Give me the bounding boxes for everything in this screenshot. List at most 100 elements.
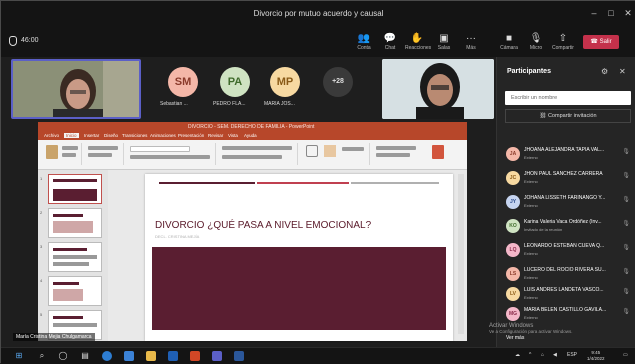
- title-bar: Divorcio por mutuo acuerdo y causal – □ …: [1, 1, 635, 29]
- slide-top-line: [257, 182, 349, 184]
- pp-tab[interactable]: Presentación: [178, 133, 204, 138]
- pp-ribbon: [38, 140, 467, 170]
- search-icon[interactable]: ⌕: [37, 351, 47, 361]
- volume-icon[interactable]: ◀: [553, 352, 557, 358]
- cloud-icon[interactable]: ☁: [515, 352, 520, 358]
- search-input[interactable]: Escribir un nombre: [505, 91, 631, 105]
- pp-tab[interactable]: Archivo: [44, 133, 59, 138]
- slide-content-box: [152, 247, 446, 330]
- close-button[interactable]: ✕: [621, 8, 635, 19]
- mic-muted-icon: 🎙: [622, 289, 630, 295]
- slide-number: 5: [40, 312, 43, 317]
- avatar-sm[interactable]: SM: [168, 67, 198, 97]
- slide-thumb[interactable]: [48, 242, 102, 272]
- powerpoint-icon[interactable]: [190, 351, 200, 361]
- participants-button[interactable]: 👥 Conta: [352, 32, 376, 51]
- avatar: JA: [506, 147, 520, 161]
- designer-icon[interactable]: [432, 145, 444, 159]
- participant-name: LEONARDO ESTEBAN CUEVA Q...: [524, 243, 605, 249]
- avatar-mp[interactable]: MP: [270, 67, 300, 97]
- rooms-button[interactable]: ▣ Salas: [432, 32, 456, 51]
- minimize-button[interactable]: –: [587, 8, 601, 18]
- pp-tab[interactable]: Insertar: [84, 133, 99, 138]
- meeting-timer: 46:00: [21, 37, 39, 44]
- participant-role: Externo: [524, 275, 538, 280]
- participant-name: LUIS ANDRES LANDETA VASCO...: [524, 287, 604, 293]
- rooms-icon: ▣: [439, 33, 449, 44]
- avatar: LQ: [506, 243, 520, 257]
- word-icon[interactable]: [234, 351, 244, 361]
- close-panel-icon[interactable]: ✕: [619, 67, 626, 76]
- avatar: LV: [506, 287, 520, 301]
- teams-icon[interactable]: [212, 351, 222, 361]
- edge-icon[interactable]: [102, 351, 112, 361]
- file-explorer-icon[interactable]: [146, 351, 156, 361]
- slide-top-line: [351, 182, 439, 184]
- more-button[interactable]: ··· Más: [459, 32, 483, 51]
- pp-title-bar: DIVORCIO - SEM. DERECHO DE FAMILIA - Pow…: [38, 122, 467, 132]
- pp-tab[interactable]: Vista: [228, 133, 238, 138]
- video-tile-presenter[interactable]: [11, 59, 141, 119]
- participant-item[interactable]: LV LUIS ANDRES LANDETA VASCO... Externo …: [504, 284, 632, 306]
- pp-tab[interactable]: Animaciones: [150, 133, 176, 138]
- pp-tab[interactable]: Transiciones: [122, 133, 147, 138]
- pp-tab-active[interactable]: Inicio: [64, 133, 79, 138]
- leave-button[interactable]: ☎ Salir: [583, 35, 619, 49]
- participant-item[interactable]: JY JOHANA LISSETH FARINANGO Y... Externo…: [504, 192, 632, 214]
- camera-button[interactable]: ■ Cámara: [497, 32, 521, 51]
- overflow-participants[interactable]: +28: [323, 67, 353, 97]
- store-icon[interactable]: [124, 351, 134, 361]
- current-slide[interactable]: DIVORCIO ¿QUÉ PASA A NIVEL EMOCIONAL? DE…: [145, 174, 453, 341]
- mic-button[interactable]: 🎙 Micro: [524, 32, 548, 51]
- network-icon[interactable]: ⌂: [541, 352, 544, 358]
- participant-item[interactable]: JA JHOANA ALEJANDRA TAPIA VAL... Externo…: [504, 144, 632, 166]
- settings-icon[interactable]: ⚙: [601, 67, 608, 76]
- participant-item[interactable]: LS LUCERO DEL ROCIO RIVERA SU... Externo…: [504, 264, 632, 286]
- chat-button[interactable]: 💬 Chat: [378, 32, 402, 51]
- maximize-button[interactable]: □: [604, 8, 618, 18]
- pp-tab[interactable]: Diseño: [104, 133, 118, 138]
- participant-item[interactable]: JC JHON PAUL SANCHEZ CARRERA Externo 🎙: [504, 168, 632, 190]
- chevron-up-icon[interactable]: ^: [529, 352, 531, 358]
- participant-name: Sebastian ...: [160, 101, 188, 107]
- slide-thumb[interactable]: [48, 276, 102, 306]
- participant-role: Externo: [524, 315, 538, 320]
- meeting-toolbar: 46:00 👥 Conta 💬 Chat ✋ Reacciones ▣ Sala…: [1, 29, 635, 57]
- language-indicator[interactable]: ESP: [567, 352, 577, 358]
- participant-role: Externo: [524, 155, 538, 160]
- reactions-button[interactable]: ✋ Reacciones: [405, 32, 431, 51]
- taskbar-clock[interactable]: 9:45 1/4/2022: [587, 350, 605, 362]
- pp-tab[interactable]: Revisar: [208, 133, 223, 138]
- pp-tab[interactable]: Ayuda: [244, 133, 257, 138]
- avatar: MG: [506, 307, 520, 321]
- avatar-pa[interactable]: PA: [220, 67, 250, 97]
- task-view-icon[interactable]: ◯: [58, 351, 68, 361]
- phone-icon: ☎: [590, 39, 600, 45]
- slide-thumb[interactable]: [48, 174, 102, 204]
- windows-start-icon[interactable]: ⊞: [14, 351, 24, 361]
- avatar: JY: [506, 195, 520, 209]
- paste-icon[interactable]: [46, 145, 58, 159]
- camera-icon: ■: [505, 33, 513, 44]
- mic-muted-icon: 🎙: [622, 245, 630, 251]
- slide-thumb[interactable]: [48, 208, 102, 238]
- share-link-icon: ⛓: [539, 113, 548, 119]
- vertical-scrollbar[interactable]: [458, 174, 464, 334]
- mail-icon[interactable]: [168, 351, 178, 361]
- participant-role: Invitado de la reunión: [524, 227, 563, 232]
- widgets-icon[interactable]: ▤: [80, 351, 90, 361]
- share-screen-button[interactable]: ⇧ Compartir: [551, 32, 575, 51]
- participant-item[interactable]: KO Karina Valeria Vaca Ordóñez (Inv... I…: [504, 216, 632, 238]
- mic-muted-icon: 🎙: [622, 197, 630, 203]
- participant-video: [382, 59, 494, 119]
- participant-role: Externo: [524, 203, 538, 208]
- shapes-icon[interactable]: [306, 145, 318, 157]
- notifications-icon[interactable]: ▭: [623, 352, 628, 358]
- teams-window: Divorcio por mutuo acuerdo y causal – □ …: [0, 0, 635, 364]
- video-tile-participant[interactable]: [382, 59, 494, 119]
- see-more-link[interactable]: Ver más: [506, 335, 524, 341]
- arrange-icon[interactable]: [324, 145, 336, 157]
- participant-item[interactable]: LQ LEONARDO ESTEBAN CUEVA Q... Externo 🎙: [504, 240, 632, 262]
- slide-subtitle: DECL. CRISTINA MEJÍA: [155, 234, 200, 239]
- share-invite-button[interactable]: ⛓ Compartir invitación: [505, 109, 631, 123]
